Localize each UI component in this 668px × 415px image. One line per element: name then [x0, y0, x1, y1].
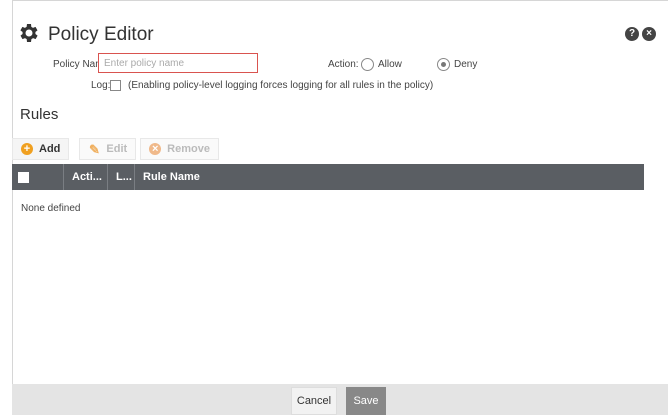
remove-circle-icon: ×: [149, 143, 162, 155]
edit-rule-label: Edit: [106, 143, 128, 155]
plus-circle-icon: +: [21, 143, 33, 155]
add-rule-label: Add: [39, 143, 61, 155]
rules-empty-message: None defined: [21, 203, 81, 214]
rules-table-header: Acti... L... Rule Name: [12, 164, 644, 190]
header-actions: ? ×: [625, 27, 656, 41]
save-button[interactable]: Save: [346, 387, 386, 415]
log-hint: (Enabling policy-level logging forces lo…: [128, 80, 434, 91]
log-label: Log:: [91, 80, 111, 91]
column-header-log[interactable]: L...: [108, 164, 135, 190]
dialog-title: Policy Editor: [48, 24, 154, 45]
action-allow-radio[interactable]: [361, 58, 374, 71]
column-header-action[interactable]: Acti...: [64, 164, 108, 190]
policy-name-input[interactable]: [98, 53, 258, 73]
close-icon[interactable]: ×: [642, 27, 656, 41]
dialog-footer: [12, 384, 668, 415]
pencil-icon: ✎: [88, 141, 100, 157]
cancel-button[interactable]: Cancel: [291, 387, 337, 415]
action-deny-label[interactable]: Deny: [454, 59, 477, 70]
column-header-rule-name[interactable]: Rule Name: [135, 164, 644, 190]
edit-rule-button[interactable]: ✎ Edit: [79, 138, 137, 160]
help-icon[interactable]: ?: [625, 27, 639, 41]
select-all-cell: [12, 164, 64, 190]
rules-toolbar: + Add ✎ Edit × Remove: [12, 138, 223, 160]
action-deny-radio[interactable]: [437, 58, 450, 71]
action-allow-label[interactable]: Allow: [378, 59, 402, 70]
remove-rule-label: Remove: [167, 143, 210, 155]
action-label: Action:: [328, 59, 359, 70]
remove-rule-button[interactable]: × Remove: [140, 138, 219, 160]
add-rule-button[interactable]: + Add: [12, 138, 70, 160]
select-all-checkbox[interactable]: [18, 171, 29, 183]
dialog-header: Policy Editor: [16, 22, 154, 48]
rules-section-title: Rules: [20, 106, 59, 123]
log-checkbox[interactable]: [110, 80, 121, 91]
gear-icon: [16, 21, 40, 50]
